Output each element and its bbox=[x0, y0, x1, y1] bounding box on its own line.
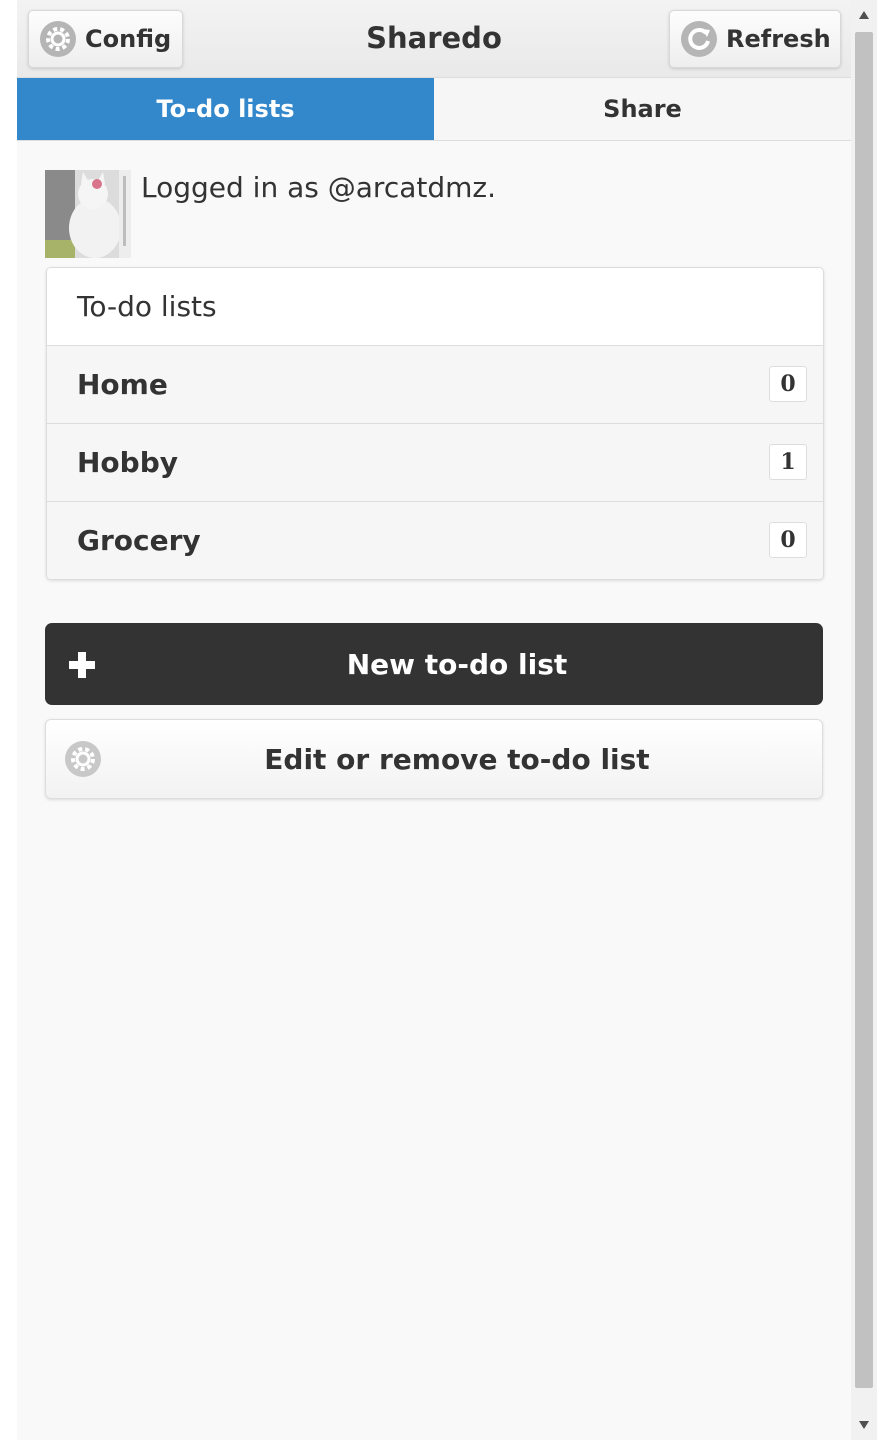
count-badge: 1 bbox=[769, 444, 807, 480]
config-label: Config bbox=[85, 25, 172, 53]
list-item-home[interactable]: Home 0 bbox=[47, 346, 823, 424]
page-title: Sharedo bbox=[366, 21, 502, 55]
config-button[interactable]: Config bbox=[28, 10, 183, 68]
list-header: To-do lists bbox=[47, 268, 823, 346]
refresh-label: Refresh bbox=[726, 25, 831, 53]
new-todo-list-button[interactable]: New to-do list bbox=[45, 623, 823, 705]
edit-todo-list-label: Edit or remove to-do list bbox=[264, 742, 650, 776]
count-badge: 0 bbox=[769, 366, 807, 402]
count-badge: 0 bbox=[769, 522, 807, 558]
todo-list: To-do lists Home 0 Hobby 1 Grocery 0 bbox=[46, 267, 824, 580]
gear-icon bbox=[39, 20, 77, 58]
new-todo-list-label: New to-do list bbox=[346, 647, 568, 681]
list-item-hobby[interactable]: Hobby 1 bbox=[47, 424, 823, 502]
scroll-down-arrow-icon[interactable] bbox=[851, 1410, 877, 1440]
refresh-button[interactable]: Refresh bbox=[669, 10, 841, 68]
tab-bar: To-do lists Share bbox=[17, 78, 851, 141]
app-container: Config Sharedo Refresh To-do lists Share bbox=[17, 0, 851, 1440]
list-item-name: Home bbox=[77, 368, 168, 401]
list-item-name: Grocery bbox=[77, 524, 201, 557]
login-status: Logged in as @arcatdmz. bbox=[141, 171, 496, 204]
plus-icon bbox=[67, 650, 97, 680]
scrollbar-thumb[interactable] bbox=[855, 32, 873, 1388]
edit-todo-list-button[interactable]: Edit or remove to-do list bbox=[45, 719, 823, 799]
list-item-name: Hobby bbox=[77, 446, 179, 479]
tab-todo-lists[interactable]: To-do lists bbox=[17, 78, 434, 140]
tab-share[interactable]: Share bbox=[434, 78, 851, 140]
list-item-grocery[interactable]: Grocery 0 bbox=[47, 502, 823, 579]
gear-icon bbox=[64, 740, 102, 778]
refresh-icon bbox=[680, 20, 718, 58]
avatar bbox=[45, 170, 131, 258]
header-bar: Config Sharedo Refresh bbox=[17, 0, 851, 78]
scrollbar[interactable] bbox=[851, 0, 877, 1440]
scroll-up-arrow-icon[interactable] bbox=[851, 0, 877, 30]
